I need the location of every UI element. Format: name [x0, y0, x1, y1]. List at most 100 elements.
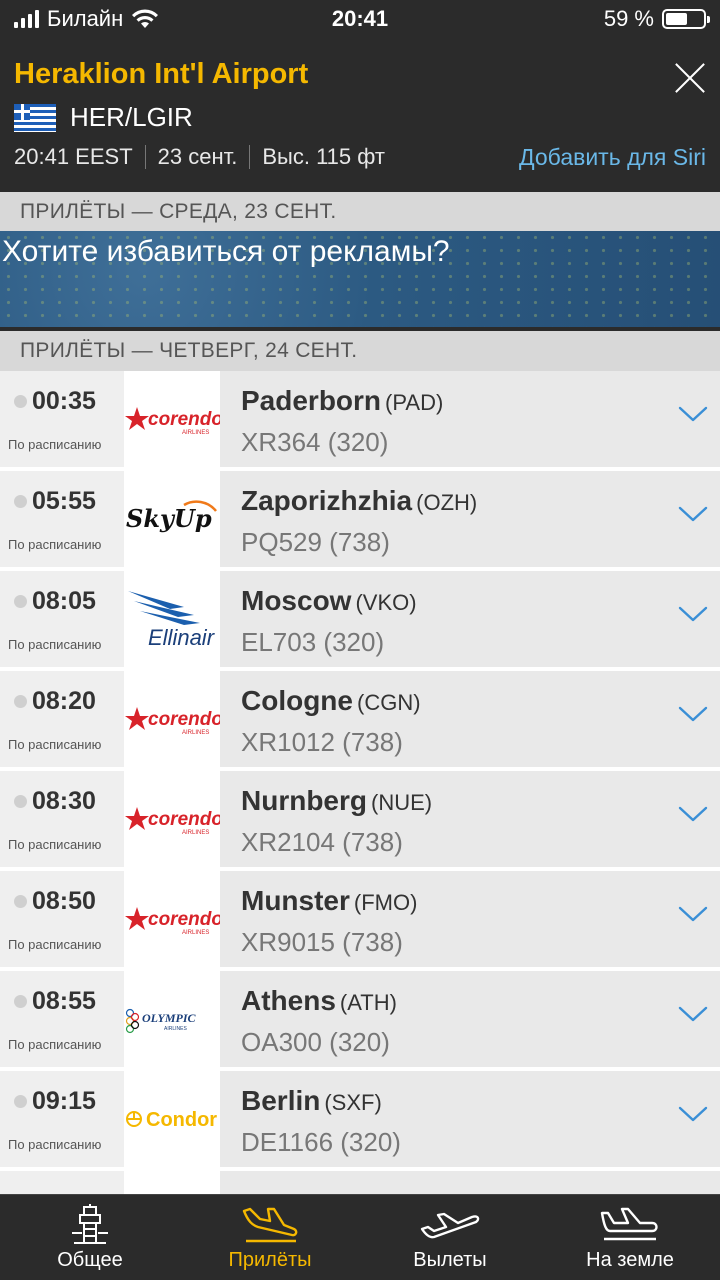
add-to-siri-link[interactable]: Добавить для Siri [519, 144, 706, 171]
status-bar: Билайн 20:41 59 % [0, 0, 720, 40]
flight-status: По расписанию [8, 837, 102, 852]
flight-number: XR9015 (738) [241, 927, 403, 957]
origin: Munster (FMO) [241, 885, 417, 917]
origin-city: Berlin [241, 1085, 321, 1116]
ellinair-logo: Ellinair [128, 591, 216, 650]
svg-text:corendon: corendon [148, 709, 220, 730]
time-cell: 09:15 По расписанию [0, 1071, 124, 1167]
airline-logo: corendon AIRLINES [124, 771, 220, 867]
tab-bar: Общее Прилёты Вылеты На земле [0, 1194, 720, 1280]
tab-label: Общее [57, 1249, 123, 1271]
time-cell: 08:50 По расписанию [0, 871, 124, 967]
airline-logo: corendon AIRLINES [124, 871, 220, 967]
origin-city: Athens [241, 985, 336, 1016]
ad-banner[interactable]: Хотите избавиться от рекламы? [0, 231, 720, 327]
chevron-down-icon[interactable] [678, 1105, 708, 1123]
chevron-down-icon[interactable] [678, 605, 708, 623]
tab-arrivals[interactable]: Прилёты [180, 1195, 360, 1280]
chevron-down-icon[interactable] [678, 905, 708, 923]
scheduled-time: 00:35 [32, 387, 96, 415]
flight-row[interactable]: 08:20 По расписанию corendon AIRLINES Co… [0, 671, 720, 771]
flight-row[interactable]: 08:30 По расписанию corendon AIRLINES Nu… [0, 771, 720, 871]
airport-meta: 20:41 EEST 23 сент. Выс. 115 фт [14, 144, 385, 170]
svg-text:corendon: corendon [148, 409, 220, 430]
flight-status: По расписанию [8, 737, 102, 752]
status-dot-icon [14, 795, 27, 808]
airline-logo: corendon AIRLINES [124, 371, 220, 467]
condor-logo: Condor [126, 1109, 217, 1131]
chevron-down-icon[interactable] [678, 805, 708, 823]
tab-label: На земле [586, 1249, 674, 1271]
origin-iata: (SXF) [324, 1090, 382, 1115]
airport-name: Heraklion Int'l Airport [14, 58, 309, 90]
airline-logo: Ellinair [124, 571, 220, 667]
close-button[interactable] [672, 60, 708, 96]
section-header-thursday: ПРИЛЁТЫ — ЧЕТВЕРГ, 24 СЕНТ. [0, 331, 720, 371]
airport-codes: HER/LGIR [70, 102, 193, 132]
flight-row[interactable]: 05:55 По расписанию SkyUp Zaporizhzhia (O… [0, 471, 720, 571]
status-dot-icon [14, 395, 27, 408]
svg-text:Ellinair: Ellinair [148, 625, 216, 650]
flight-status: По расписанию [8, 1037, 102, 1052]
time-cell: 05:55 По расписанию [0, 471, 124, 567]
origin-city: Munster [241, 885, 350, 916]
flight-number: PQ529 (738) [241, 527, 390, 557]
scheduled-time: 09:15 [32, 1087, 96, 1115]
origin-city: Cologne [241, 685, 353, 716]
flight-list: 00:35 По расписанию corendon AIRLINES Pa… [0, 371, 720, 1171]
tab-on-ground[interactable]: На земле [540, 1195, 720, 1280]
divider [249, 145, 251, 169]
flight-row[interactable]: 08:55 По расписанию OLYMPIC AIRLINES Ath… [0, 971, 720, 1071]
tab-departures[interactable]: Вылеты [360, 1195, 540, 1280]
flight-row[interactable]: 09:15 По расписанию Condor Berlin (SXF) D… [0, 1071, 720, 1171]
scheduled-time: 05:55 [32, 487, 96, 515]
chevron-down-icon[interactable] [678, 1005, 708, 1023]
corendon-logo: corendon AIRLINES [125, 907, 220, 936]
airline-logo: OLYMPIC AIRLINES [124, 971, 220, 1067]
origin-iata: (PAD) [385, 390, 444, 415]
svg-text:AIRLINES: AIRLINES [182, 730, 209, 736]
flight-row[interactable]: 00:35 По расписанию corendon AIRLINES Pa… [0, 371, 720, 471]
flight-number: XR2104 (738) [241, 827, 403, 857]
airline-logo: Condor [124, 1071, 220, 1167]
flight-number: EL703 (320) [241, 627, 385, 657]
battery-percent: 59 % [603, 6, 654, 31]
airport-header: Heraklion Int'l Airport HER/LGIR 20:41 E… [0, 40, 720, 192]
time-cell: 08:20 По расписанию [0, 671, 124, 767]
svg-text:AIRLINES: AIRLINES [182, 930, 209, 936]
svg-text:AIRLINES: AIRLINES [182, 830, 209, 836]
time-cell: 00:35 По расписанию [0, 371, 124, 467]
scheduled-time: 08:30 [32, 787, 96, 815]
status-dot-icon [14, 695, 27, 708]
svg-text:SkyUp: SkyUp [126, 504, 212, 533]
origin-iata: (VKO) [355, 590, 417, 615]
flight-status: По расписанию [8, 437, 102, 452]
greece-flag-icon [14, 103, 56, 132]
origin-iata: (FMO) [353, 890, 418, 915]
origin-city: Moscow [241, 585, 352, 616]
svg-text:corendon: corendon [148, 909, 220, 930]
flight-row[interactable]: 08:50 По расписанию corendon AIRLINES Mu… [0, 871, 720, 971]
time-cell: 08:55 По расписанию [0, 971, 124, 1067]
chevron-down-icon[interactable] [678, 705, 708, 723]
divider [144, 145, 146, 169]
status-dot-icon [14, 495, 27, 508]
origin: Moscow (VKO) [241, 585, 417, 617]
svg-text:Condor: Condor [146, 1109, 217, 1131]
chevron-down-icon[interactable] [678, 405, 708, 423]
origin-city: Nurnberg [241, 785, 367, 816]
time-cell: 08:30 По расписанию [0, 771, 124, 867]
arrivals-icon [242, 1207, 298, 1243]
olympic-logo: OLYMPIC AIRLINES [125, 1008, 197, 1034]
origin: Cologne (CGN) [241, 685, 421, 717]
battery-icon [662, 9, 710, 29]
origin-city: Paderborn [241, 385, 382, 416]
chevron-down-icon[interactable] [678, 505, 708, 523]
origin-iata: (ATH) [339, 990, 397, 1015]
flight-status: По расписанию [8, 1137, 102, 1152]
tab-label: Прилёты [228, 1249, 312, 1271]
origin-iata: (OZH) [416, 490, 478, 515]
corendon-logo: corendon AIRLINES [125, 807, 220, 836]
flight-row[interactable]: 08:05 По расписанию Ellinair Moscow (VKO)… [0, 571, 720, 671]
tab-general[interactable]: Общее [0, 1195, 180, 1280]
